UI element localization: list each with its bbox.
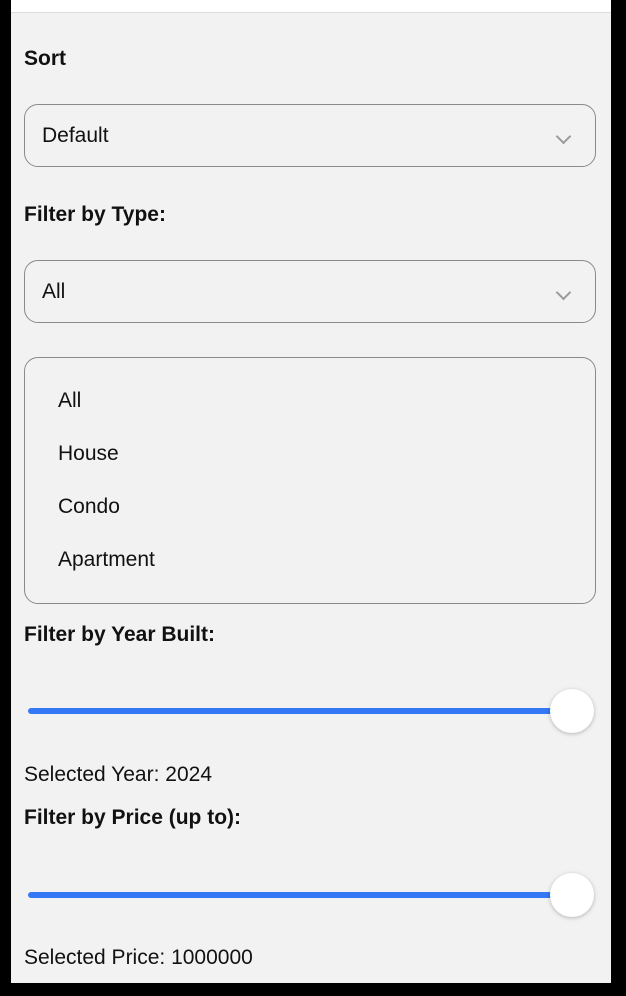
filter-panel: Sort Default Filter by Type: All All Hou…	[11, 0, 611, 983]
year-slider-thumb[interactable]	[550, 689, 594, 733]
price-slider[interactable]	[24, 873, 594, 917]
type-filter-label: Filter by Type:	[24, 203, 166, 226]
chevron-down-icon	[555, 128, 572, 145]
sort-select-value: Default	[42, 123, 109, 147]
year-slider-track	[28, 708, 570, 714]
list-item-apartment[interactable]: Apartment	[58, 548, 155, 572]
selected-price-readout: Selected Price: 1000000	[24, 946, 253, 969]
year-slider[interactable]	[24, 689, 594, 733]
type-select-value: All	[42, 279, 66, 303]
type-select[interactable]: All	[24, 260, 596, 323]
list-item-house[interactable]: House	[58, 442, 119, 466]
selected-year-readout: Selected Year: 2024	[24, 763, 212, 786]
sort-select[interactable]: Default	[24, 104, 596, 167]
year-filter-label: Filter by Year Built:	[24, 623, 215, 646]
price-slider-track	[28, 892, 570, 898]
list-item-condo[interactable]: Condo	[58, 495, 120, 519]
sort-label: Sort	[24, 47, 66, 70]
price-filter-label: Filter by Price (up to):	[24, 806, 242, 829]
chevron-down-icon	[555, 284, 572, 301]
top-divider	[11, 0, 611, 13]
type-options-list[interactable]: All House Condo Apartment	[24, 357, 596, 604]
list-item-all[interactable]: All	[58, 389, 81, 413]
price-slider-thumb[interactable]	[550, 873, 594, 917]
